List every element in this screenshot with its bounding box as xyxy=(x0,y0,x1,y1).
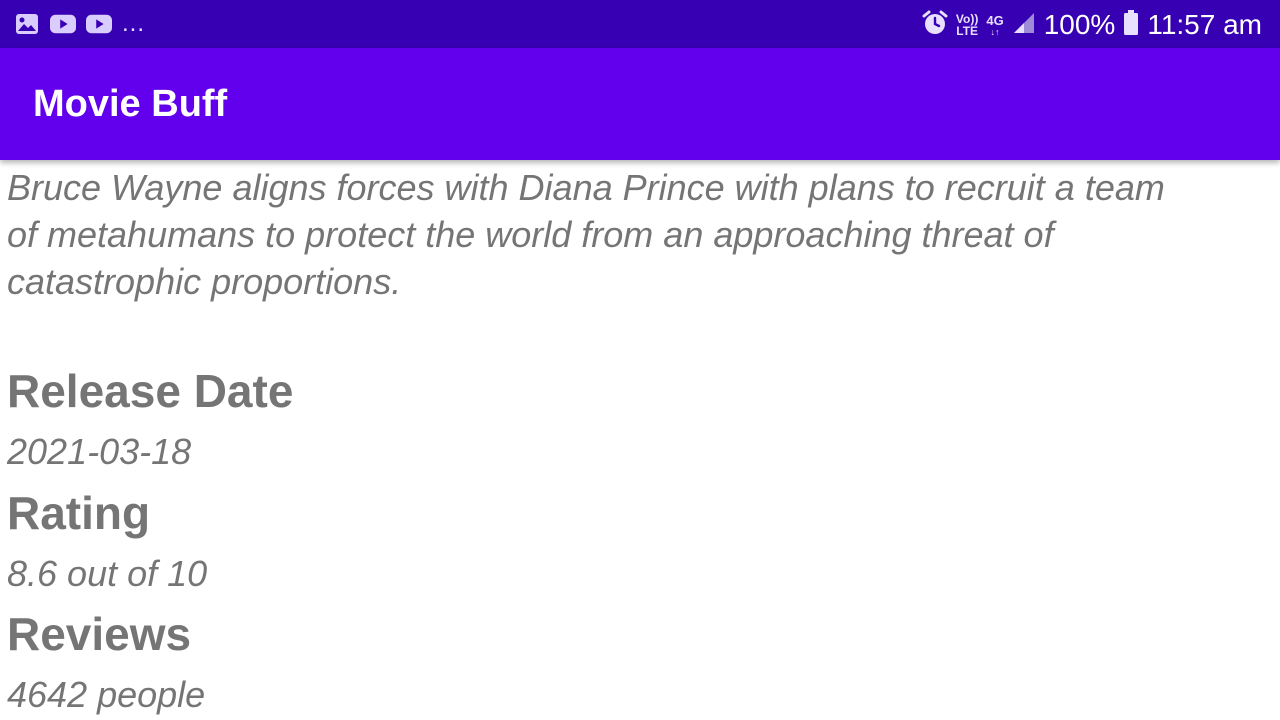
rating-value: 8.6 out of 10 xyxy=(7,553,208,594)
app-bar: Movie Buff xyxy=(0,48,1280,160)
battery-icon xyxy=(1123,9,1139,41)
signal-icon xyxy=(1012,11,1036,40)
status-indicators: Vo)) LTE 4G ↓↑ 100% 11:57 am xyxy=(922,8,1262,42)
data-arrows-icon: ↓↑ xyxy=(990,26,1000,37)
reviews-value: 4642 people xyxy=(7,674,206,715)
more-notifications: ... xyxy=(122,10,146,37)
status-bar: ... Vo)) LTE 4G ↓↑ 100% 11:57 am xyxy=(0,0,1280,48)
overview-line: Bruce Wayne aligns forces with Diana Pri… xyxy=(7,167,1165,208)
release-date-value: 2021-03-18 xyxy=(7,431,192,472)
network-type: 4G ↓↑ xyxy=(986,12,1004,37)
app-title: Movie Buff xyxy=(33,83,228,125)
youtube-icon xyxy=(86,13,112,35)
youtube-icon xyxy=(50,13,76,35)
battery-percent: 100% xyxy=(1043,9,1116,40)
volte-indicator: Vo)) LTE xyxy=(956,13,978,37)
release-date-label: Release Date xyxy=(7,365,294,417)
rating-label: Rating xyxy=(7,487,151,539)
lte-label: LTE xyxy=(956,24,979,38)
overview-line: catastrophic proportions. xyxy=(7,261,402,302)
movie-details[interactable]: Bruce Wayne aligns forces with Diana Pri… xyxy=(0,160,1280,720)
network-label: 4G xyxy=(986,12,1004,28)
gallery-icon xyxy=(14,13,40,35)
clock: 11:57 am xyxy=(1147,9,1262,40)
alarm-icon xyxy=(922,10,948,41)
reviews-label: Reviews xyxy=(7,608,192,660)
notification-icons: ... xyxy=(14,12,145,36)
movie-overview: Bruce Wayne aligns forces with Diana Pri… xyxy=(7,164,1267,305)
overview-line: of metahumans to protect the world from … xyxy=(7,214,1054,255)
